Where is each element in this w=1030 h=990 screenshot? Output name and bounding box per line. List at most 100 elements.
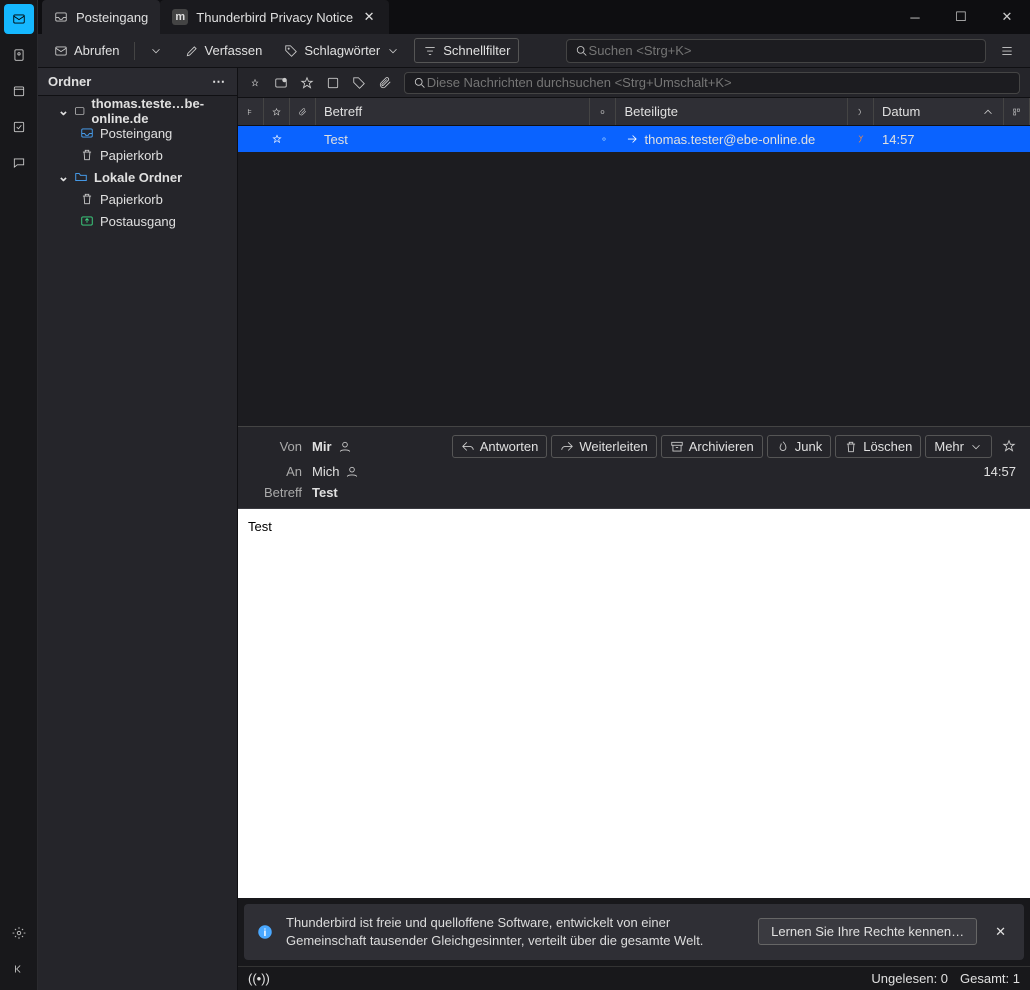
global-search[interactable] — [566, 39, 986, 63]
star-filter-icon[interactable] — [300, 76, 314, 90]
message-list: Test thomas.tester@ebe-online.de 14:57 — [238, 126, 1030, 426]
spaces-settings-icon[interactable] — [4, 918, 34, 948]
forward-icon — [560, 440, 574, 454]
col-subject[interactable]: Betreff — [316, 98, 590, 125]
reader-time: 14:57 — [983, 464, 1016, 479]
window-close-button[interactable]: ✕ — [984, 0, 1030, 34]
folder-options-button[interactable]: ⋯ — [212, 74, 227, 90]
to-value[interactable]: Mich — [312, 464, 339, 479]
pin-icon[interactable] — [248, 76, 262, 90]
notification-action-button[interactable]: Lernen Sie Ihre Rechte kennen… — [758, 918, 977, 945]
star-icon[interactable] — [264, 126, 290, 152]
arrow-right-icon — [625, 132, 639, 146]
chevron-down-icon[interactable]: ⌄ — [58, 169, 68, 185]
main-toolbar: Abrufen Verfassen Schlagwörter Schnellfi… — [38, 34, 1030, 68]
chevron-down-icon — [149, 44, 163, 58]
spaces-tasks-icon[interactable] — [4, 112, 34, 142]
tab-privacy[interactable]: m Thunderbird Privacy Notice ✕ — [160, 0, 389, 34]
more-button[interactable]: Mehr — [925, 435, 992, 458]
message-search[interactable] — [404, 72, 1020, 94]
notification-text: Thunderbird ist freie und quelloffene So… — [286, 914, 746, 950]
from-label: Von — [252, 439, 302, 454]
search-icon — [575, 44, 589, 58]
envelope-icon — [54, 44, 68, 58]
appmenu-button[interactable] — [992, 40, 1022, 62]
activity-indicator-icon[interactable]: ((•)) — [248, 971, 270, 986]
col-participants[interactable]: Beteiligte — [616, 98, 848, 125]
filter-icon — [423, 44, 437, 58]
folder-pane-title: Ordner — [48, 74, 91, 89]
message-participant: thomas.tester@ebe-online.de — [645, 132, 816, 147]
contact-icon[interactable] — [345, 465, 359, 479]
spaces-chat-icon[interactable] — [4, 148, 34, 178]
message-row[interactable]: Test thomas.tester@ebe-online.de 14:57 — [238, 126, 1030, 152]
message-search-input[interactable] — [427, 75, 1011, 90]
close-icon[interactable]: ✕ — [361, 9, 377, 25]
contact-icon[interactable] — [338, 440, 352, 454]
archive-icon — [670, 440, 684, 454]
pencil-icon — [185, 44, 199, 58]
col-thread[interactable] — [238, 98, 264, 125]
reply-icon — [461, 440, 475, 454]
reply-button[interactable]: Antworten — [452, 435, 548, 458]
spaces-collapse-icon[interactable] — [4, 954, 34, 984]
svg-text:i: i — [264, 927, 267, 939]
unread-filter-icon[interactable] — [274, 76, 288, 90]
spaces-address-book-icon[interactable] — [4, 40, 34, 70]
quickfilter-bar — [238, 68, 1030, 98]
notification-close-button[interactable]: ✕ — [989, 924, 1012, 940]
status-unread: Ungelesen: 0 — [871, 971, 948, 986]
folder-outbox[interactable]: Postausgang — [38, 210, 237, 232]
col-read[interactable] — [590, 98, 616, 125]
spaces-bar — [0, 0, 38, 990]
message-reader: Von Mir Antworten Weiterleiten Archivier… — [238, 426, 1030, 898]
m-icon: m — [172, 9, 188, 25]
global-search-input[interactable] — [589, 43, 977, 58]
message-pane: Betreff Beteiligte Datum Test thomas.tes… — [238, 68, 1030, 990]
compose-button[interactable]: Verfassen — [177, 39, 271, 62]
col-attachment[interactable] — [290, 98, 316, 125]
junk-button[interactable]: Junk — [767, 435, 831, 458]
delete-button[interactable]: Löschen — [835, 435, 921, 458]
to-label: An — [252, 464, 302, 479]
folder-trash[interactable]: Papierkorb — [38, 144, 237, 166]
col-picker[interactable] — [1004, 98, 1030, 125]
get-messages-button[interactable]: Abrufen — [46, 39, 128, 62]
column-header-row: Betreff Beteiligte Datum — [238, 98, 1030, 126]
folder-local-trash[interactable]: Papierkorb — [38, 188, 237, 210]
get-messages-dropdown[interactable] — [141, 40, 171, 62]
chevron-down-icon[interactable]: ⌄ — [58, 103, 68, 119]
col-junk[interactable] — [848, 98, 874, 125]
quickfilter-button[interactable]: Schnellfilter — [414, 38, 519, 63]
archive-button[interactable]: Archivieren — [661, 435, 763, 458]
tag-filter-icon[interactable] — [352, 76, 366, 90]
attachment-filter-icon[interactable] — [378, 76, 392, 90]
read-status-icon[interactable] — [591, 126, 617, 152]
spaces-calendar-icon[interactable] — [4, 76, 34, 106]
message-body[interactable]: Test — [238, 509, 1030, 898]
window-maximize-button[interactable]: ☐ — [938, 0, 984, 34]
window-minimize-button[interactable]: ─ — [892, 0, 938, 34]
star-icon[interactable] — [1002, 439, 1016, 453]
junk-icon[interactable] — [848, 126, 874, 152]
mail-account-icon — [74, 104, 85, 118]
col-date[interactable]: Datum — [874, 98, 1004, 125]
outbox-icon — [80, 214, 94, 228]
tab-inbox[interactable]: Posteingang — [42, 0, 160, 34]
search-icon — [413, 76, 427, 90]
tags-button[interactable]: Schlagwörter — [276, 39, 408, 62]
message-subject: Test — [324, 132, 348, 147]
hamburger-icon — [1000, 44, 1014, 58]
from-value[interactable]: Mir — [312, 439, 332, 454]
spaces-mail-icon[interactable] — [4, 4, 34, 34]
local-folders-item[interactable]: ⌄ Lokale Ordner — [38, 166, 237, 188]
col-star[interactable] — [264, 98, 290, 125]
tab-privacy-label: Thunderbird Privacy Notice — [196, 10, 353, 25]
tab-bar: Posteingang m Thunderbird Privacy Notice… — [38, 0, 1030, 34]
account-item[interactable]: ⌄ thomas.teste…be-online.de — [38, 100, 237, 122]
trash-icon — [80, 148, 94, 162]
contact-filter-icon[interactable] — [326, 76, 340, 90]
forward-button[interactable]: Weiterleiten — [551, 435, 656, 458]
notification-bar: i Thunderbird ist freie und quelloffene … — [244, 904, 1024, 960]
folder-pane-header: Ordner ⋯ — [38, 68, 237, 96]
